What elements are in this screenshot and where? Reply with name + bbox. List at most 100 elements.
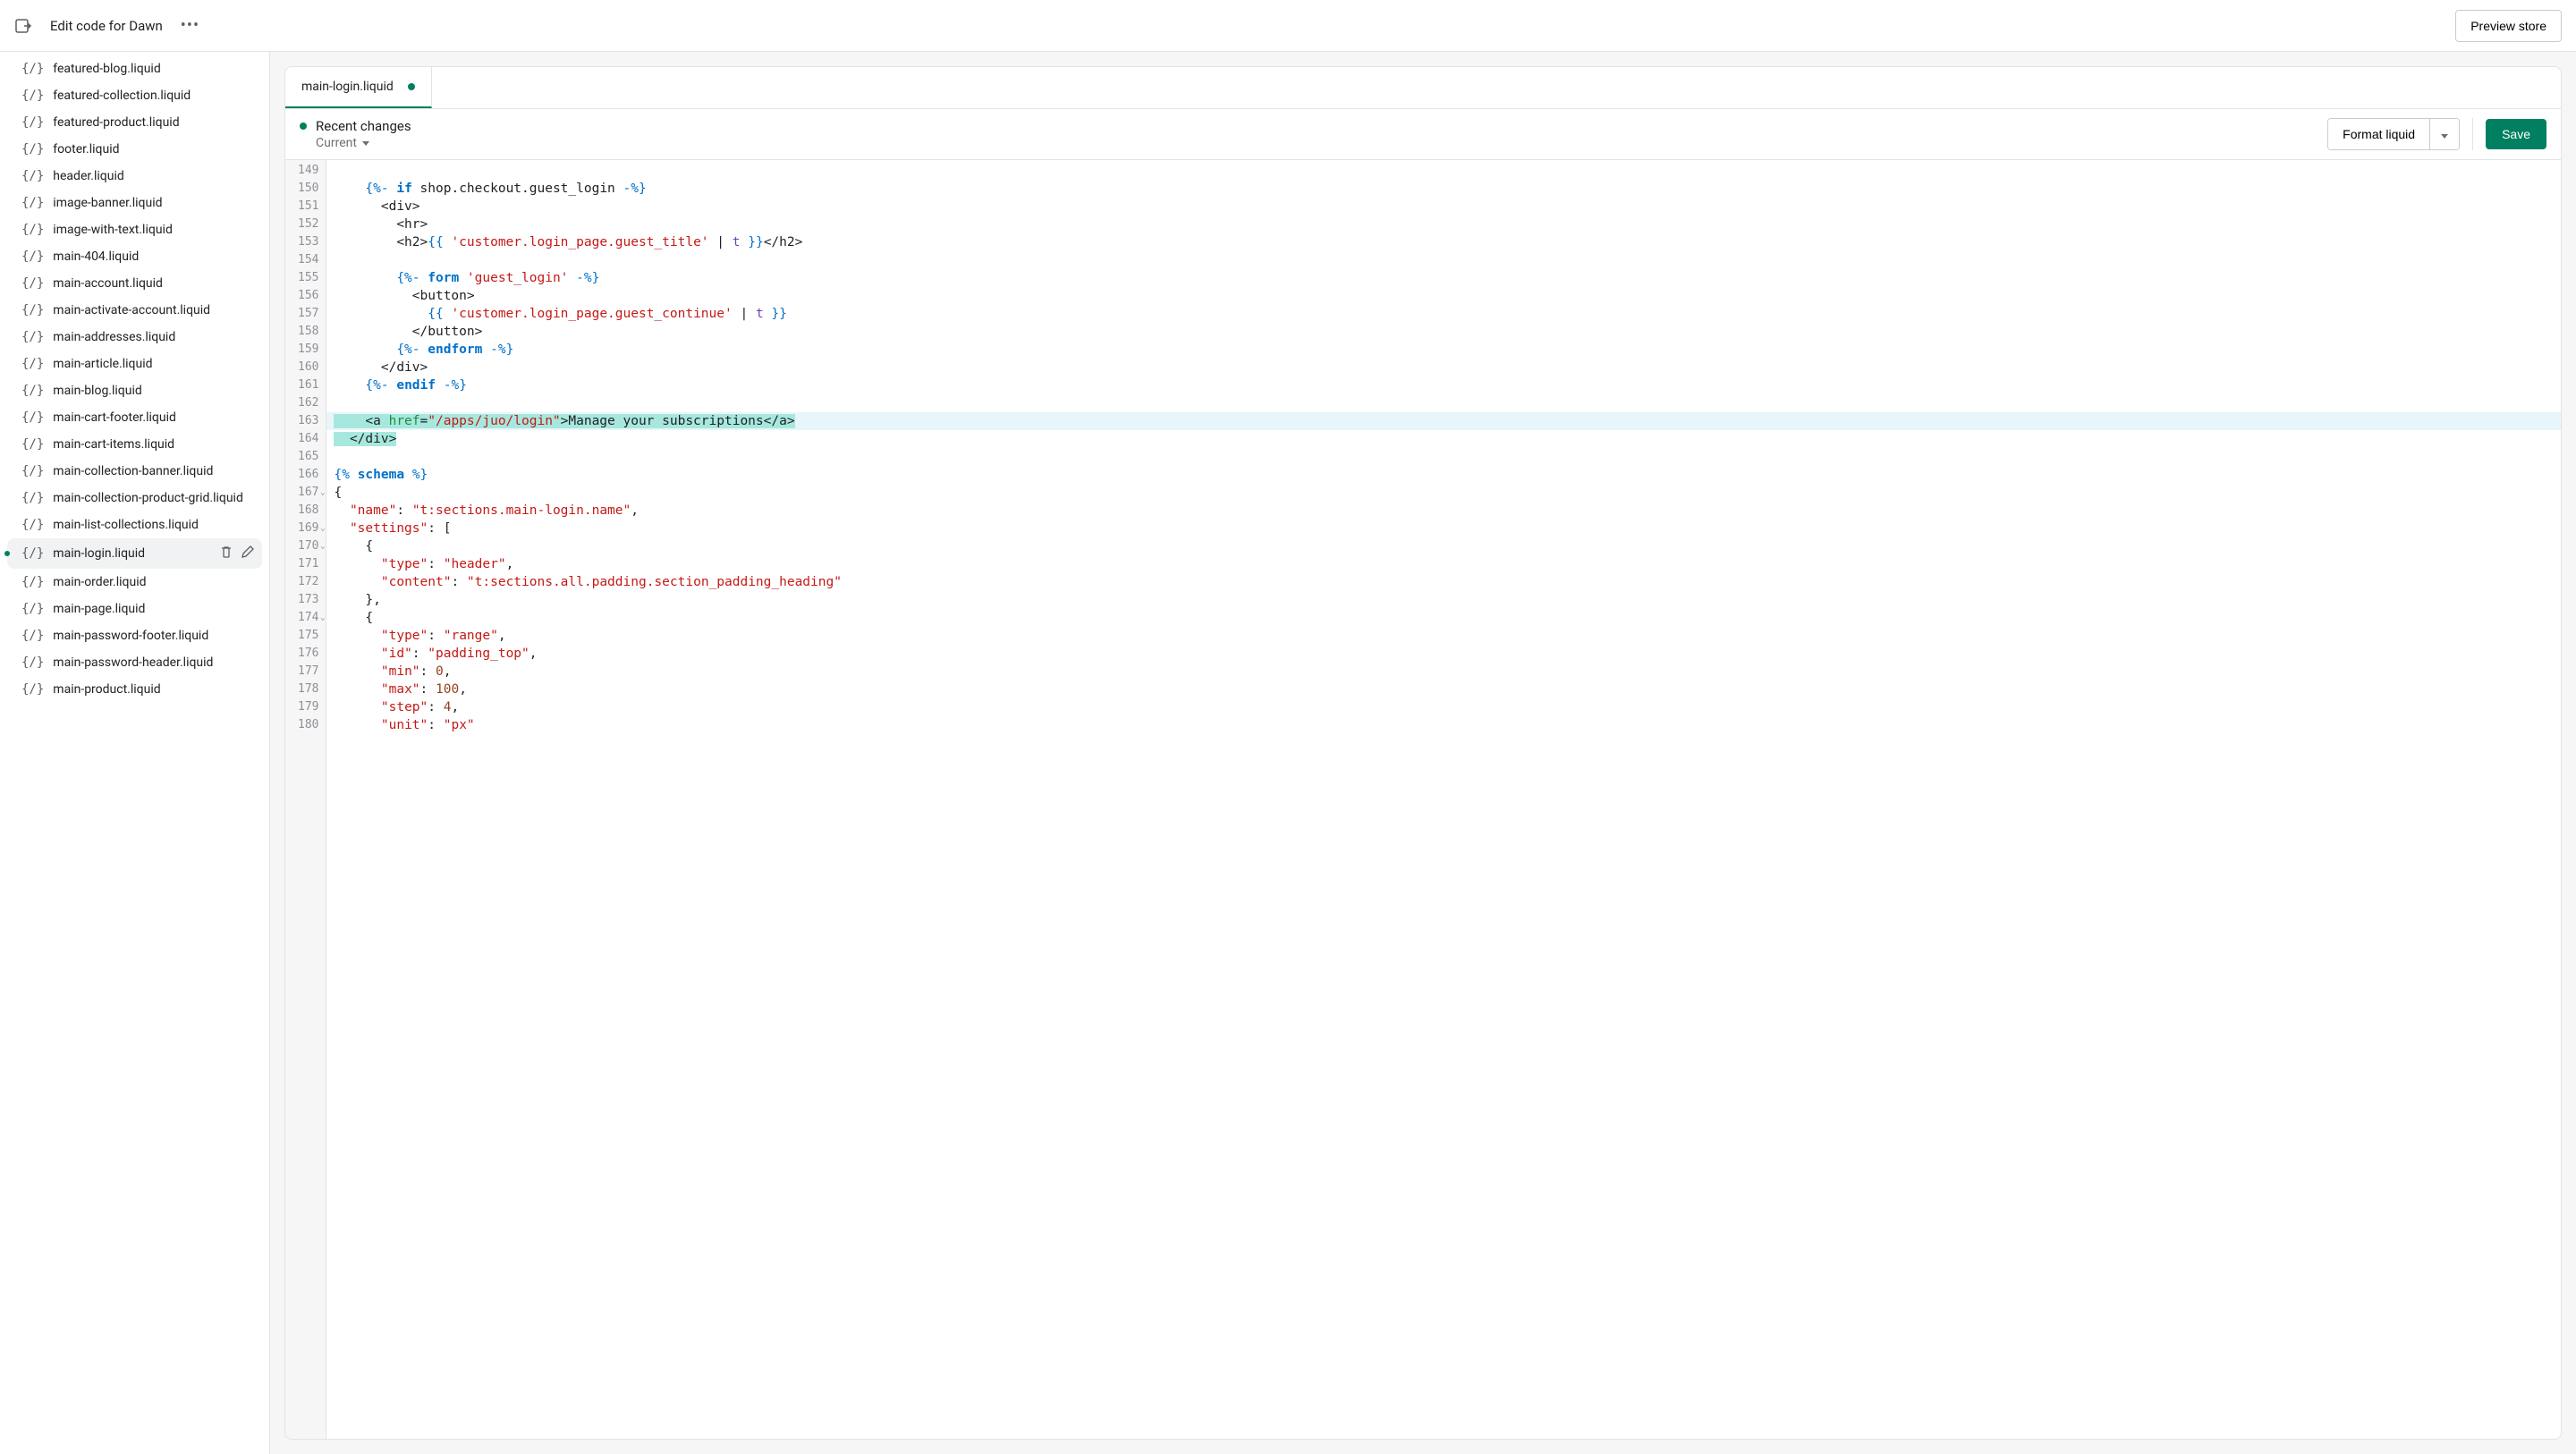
line-number: 170⌄ (298, 537, 318, 555)
file-item[interactable]: {/}image-banner.liquid (0, 190, 269, 216)
file-item[interactable]: {/}main-password-header.liquid (0, 649, 269, 676)
back-icon[interactable] (14, 17, 32, 35)
file-name: main-404.liquid (53, 249, 248, 264)
file-item[interactable]: {/}main-password-footer.liquid (0, 622, 269, 649)
file-item[interactable]: {/}main-page.liquid (0, 596, 269, 622)
liquid-file-icon: {/} (21, 303, 44, 317)
format-dropdown-button[interactable] (2429, 119, 2459, 149)
line-number: 179 (298, 698, 318, 716)
code-line[interactable] (326, 448, 2561, 466)
code-line[interactable]: { (326, 609, 2561, 627)
code-line[interactable]: {%- endform -%} (326, 341, 2561, 359)
code-line[interactable]: <hr> (326, 216, 2561, 233)
edit-icon[interactable] (241, 545, 255, 562)
line-number: 158 (298, 323, 318, 341)
file-item[interactable]: {/}featured-blog.liquid (0, 55, 269, 82)
status-dot-icon (300, 123, 307, 130)
file-item[interactable]: {/}image-with-text.liquid (0, 216, 269, 243)
liquid-file-icon: {/} (21, 89, 44, 103)
code-line[interactable]: { (326, 537, 2561, 555)
code-line[interactable]: "id": "padding_top", (326, 645, 2561, 663)
file-item[interactable]: {/}main-article.liquid (0, 351, 269, 377)
file-name: main-collection-banner.liquid (53, 464, 248, 478)
file-item[interactable]: {/}main-cart-items.liquid (0, 431, 269, 458)
preview-store-button[interactable]: Preview store (2455, 10, 2562, 42)
file-item[interactable]: {/}main-collection-product-grid.liquid (0, 485, 269, 511)
file-sidebar[interactable]: {/}featured-blog.liquid{/}featured-colle… (0, 52, 270, 1454)
file-item[interactable]: {/}main-activate-account.liquid (0, 297, 269, 324)
code-line[interactable] (326, 251, 2561, 269)
file-item[interactable]: {/}main-addresses.liquid (0, 324, 269, 351)
line-number: 161 (298, 376, 318, 394)
page-title: Edit code for Dawn (50, 18, 163, 34)
line-number: 160 (298, 359, 318, 376)
fold-icon[interactable]: ⌄ (320, 484, 325, 502)
recent-changes-label: Recent changes (316, 118, 411, 134)
file-item[interactable]: {/}main-list-collections.liquid (0, 511, 269, 538)
code-line[interactable]: <button> (326, 287, 2561, 305)
file-item[interactable]: {/}main-collection-banner.liquid (0, 458, 269, 485)
line-number: 178 (298, 681, 318, 698)
file-name: featured-blog.liquid (53, 62, 248, 76)
line-number: 169⌄ (298, 520, 318, 537)
file-item[interactable]: {/}main-account.liquid (0, 270, 269, 297)
code-line[interactable]: "unit": "px" (326, 716, 2561, 734)
file-item[interactable]: {/}featured-product.liquid (0, 109, 269, 136)
code-line[interactable]: {{ 'customer.login_page.guest_continue' … (326, 305, 2561, 323)
code-line[interactable]: "type": "header", (326, 555, 2561, 573)
code-line[interactable]: "content": "t:sections.all.padding.secti… (326, 573, 2561, 591)
fold-icon[interactable]: ⌄ (320, 537, 325, 555)
code-line[interactable]: </div> (326, 430, 2561, 448)
fold-icon[interactable]: ⌄ (320, 609, 325, 627)
file-item[interactable]: {/}footer.liquid (0, 136, 269, 163)
code-line[interactable]: "name": "t:sections.main-login.name", (326, 502, 2561, 520)
file-item[interactable]: {/}main-order.liquid (0, 569, 269, 596)
format-liquid-button[interactable]: Format liquid (2328, 119, 2429, 149)
line-number: 151 (298, 198, 318, 216)
line-number: 180 (298, 716, 318, 734)
file-item[interactable]: {/}featured-collection.liquid (0, 82, 269, 109)
delete-icon[interactable] (219, 545, 233, 562)
file-item[interactable]: {/}main-blog.liquid (0, 377, 269, 404)
code-line[interactable]: {%- form 'guest_login' -%} (326, 269, 2561, 287)
code-area[interactable]: {%- if shop.checkout.guest_login -%} <di… (326, 160, 2561, 1439)
line-number: 155 (298, 269, 318, 287)
code-editor[interactable]: 1491501511521531541551561571581591601611… (285, 160, 2561, 1439)
file-item[interactable]: {/}header.liquid (0, 163, 269, 190)
code-line[interactable]: </button> (326, 323, 2561, 341)
code-line[interactable]: {%- endif -%} (326, 376, 2561, 394)
file-name: featured-product.liquid (53, 115, 248, 130)
code-line[interactable]: }, (326, 591, 2561, 609)
code-line[interactable]: <a href="/apps/juo/login">Manage your su… (326, 412, 2561, 430)
code-line[interactable] (326, 394, 2561, 412)
file-name: main-product.liquid (53, 682, 248, 697)
code-line[interactable]: <h2>{{ 'customer.login_page.guest_title'… (326, 233, 2561, 251)
code-line[interactable]: <div> (326, 198, 2561, 216)
recent-changes-dropdown[interactable]: Current (300, 136, 411, 150)
code-line[interactable]: {% schema %} (326, 466, 2561, 484)
file-item[interactable]: {/}main-login.liquid (7, 538, 262, 569)
liquid-file-icon: {/} (21, 142, 44, 156)
file-item[interactable]: {/}main-product.liquid (0, 676, 269, 703)
code-line[interactable]: {%- if shop.checkout.guest_login -%} (326, 180, 2561, 198)
file-item[interactable]: {/}main-cart-footer.liquid (0, 404, 269, 431)
code-line[interactable]: { (326, 484, 2561, 502)
code-line[interactable]: "settings": [ (326, 520, 2561, 537)
fold-icon[interactable]: ⌄ (320, 520, 325, 537)
line-number: 172 (298, 573, 318, 591)
line-number: 157 (298, 305, 318, 323)
liquid-file-icon: {/} (21, 330, 44, 344)
code-line[interactable]: "max": 100, (326, 681, 2561, 698)
code-line[interactable]: "min": 0, (326, 663, 2561, 681)
code-line[interactable]: "step": 4, (326, 698, 2561, 716)
code-line[interactable]: </div> (326, 359, 2561, 376)
code-line[interactable] (326, 162, 2561, 180)
liquid-file-icon: {/} (21, 276, 44, 291)
code-line[interactable]: "type": "range", (326, 627, 2561, 645)
tab-main-login[interactable]: main-login.liquid (285, 67, 432, 108)
more-icon[interactable]: ••• (181, 16, 199, 35)
liquid-file-icon: {/} (21, 249, 44, 264)
line-number: 176 (298, 645, 318, 663)
file-item[interactable]: {/} main-404.liquid (0, 243, 269, 270)
save-button[interactable]: Save (2486, 119, 2546, 149)
